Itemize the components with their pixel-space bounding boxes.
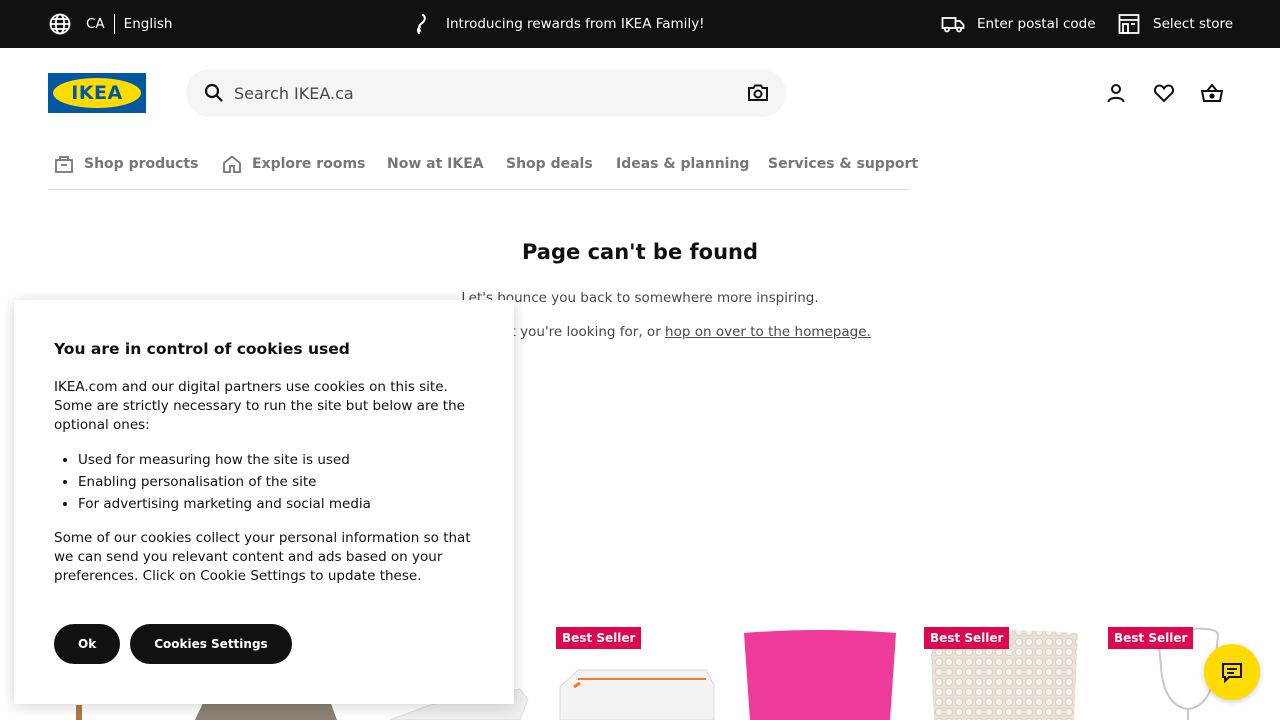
nav-label: Ideas & planning: [616, 156, 750, 172]
product-card[interactable]: [740, 627, 900, 720]
basket-icon[interactable]: [1200, 81, 1224, 105]
logo-text: IKEA: [71, 82, 123, 104]
globe-icon: [48, 12, 72, 36]
heart-icon[interactable]: [1152, 81, 1176, 105]
page-title: Page can't be found: [521, 240, 758, 264]
search-bar[interactable]: [186, 69, 786, 117]
search-icon[interactable]: [204, 83, 224, 107]
chat-icon: [1222, 663, 1242, 684]
nav-shop-deals[interactable]: Shop deals: [506, 140, 593, 188]
nav-label: Now at IKEA: [387, 156, 484, 172]
best-seller-badge: Best Seller: [1108, 627, 1194, 649]
cookie-outro: Some of our cookies collect your persona…: [54, 530, 471, 584]
product-image: [744, 630, 896, 720]
store-icon: [1118, 13, 1140, 35]
select-store-button[interactable]: Select store: [1118, 0, 1233, 48]
ok-button[interactable]: Ok: [54, 624, 121, 664]
cookie-buttons: Ok Cookies Settings: [54, 624, 292, 664]
product-card[interactable]: Best Seller: [556, 627, 716, 720]
language-label: English: [123, 16, 173, 32]
nav-label: Explore rooms: [252, 156, 366, 172]
nav-ideas-planning[interactable]: Ideas & planning: [616, 140, 749, 188]
nav-explore-rooms[interactable]: Explore rooms: [222, 140, 365, 188]
nav-services-support[interactable]: Services & support: [768, 140, 918, 188]
cookie-list: Used for measuring how the site is used …: [78, 449, 474, 515]
cookies-settings-button[interactable]: Cookies Settings: [130, 624, 292, 664]
cookie-dialog: You are in control of cookies used IKEA.…: [14, 300, 514, 704]
search-input[interactable]: [234, 69, 734, 117]
best-seller-badge: Best Seller: [924, 627, 1010, 649]
logo-oval: IKEA: [53, 78, 141, 108]
nav-shop-products[interactable]: Shop products: [54, 140, 198, 188]
chat-button[interactable]: [1204, 644, 1260, 700]
cookie-intro: IKEA.com and our digital partners use co…: [54, 379, 465, 433]
ikea-logo[interactable]: IKEA: [48, 73, 146, 113]
rewards-icon: [412, 12, 430, 36]
cookie-list-item: For advertising marketing and social med…: [78, 493, 474, 515]
cookie-list-item: Enabling personalisation of the site: [78, 471, 474, 493]
select-store-label: Select store: [1153, 16, 1234, 32]
best-seller-badge: Best Seller: [556, 627, 642, 649]
divider: [113, 14, 115, 34]
homepage-link[interactable]: hop on over to the homepage.: [665, 324, 871, 340]
nav-label: Shop products: [84, 156, 199, 172]
nav-now-at-ikea[interactable]: Now at IKEA: [387, 140, 484, 188]
main-nav: Shop products Explore rooms Now at IKEA …: [48, 140, 918, 190]
nav-label: Services & support: [768, 156, 919, 172]
nav-label: Shop deals: [506, 156, 593, 172]
camera-icon[interactable]: [747, 82, 769, 108]
truck-icon: [941, 12, 965, 36]
promo-link[interactable]: Introducing rewards from IKEA Family!: [412, 0, 705, 48]
shopping-bag-icon: [55, 156, 73, 173]
postal-code-button[interactable]: Enter postal code: [941, 0, 1096, 48]
country-code: CA: [86, 16, 105, 32]
cookie-title: You are in control of cookies used: [54, 340, 350, 358]
language-selector[interactable]: CA English: [48, 0, 172, 48]
postal-code-label: Enter postal code: [977, 16, 1096, 32]
profile-icon[interactable]: [1104, 81, 1128, 105]
promo-text: Introducing rewards from IKEA Family!: [446, 16, 705, 32]
home-icon: [223, 155, 241, 173]
cookie-list-item: Used for measuring how the site is used: [78, 449, 474, 471]
top-bar: CA English Introducing rewards from IKEA…: [0, 0, 1280, 48]
product-card[interactable]: Best Seller: [924, 627, 1084, 720]
